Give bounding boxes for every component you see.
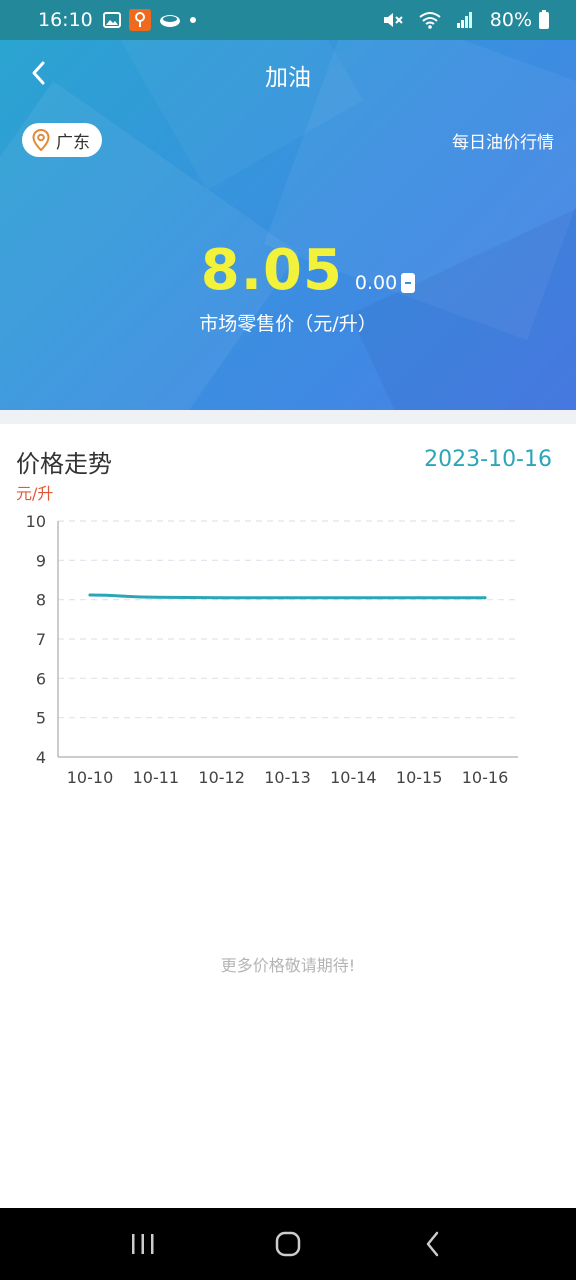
- change-indicator-icon: [401, 273, 416, 293]
- trend-date: 2023-10-16: [424, 447, 552, 472]
- price-label: 市场零售价（元/升）: [199, 313, 377, 335]
- data-point: [220, 596, 224, 600]
- y-tick-label: 10: [26, 512, 46, 531]
- price-change-value: 0.00: [354, 272, 398, 294]
- data-point: [351, 596, 355, 600]
- more-prices-note: 更多价格敬请期待!: [220, 956, 356, 975]
- price-panel: 8.05 0.00 市场零售价（元/升）: [0, 238, 576, 336]
- x-tick-label: 10-14: [330, 768, 377, 787]
- x-tick-label: 10-11: [133, 768, 180, 787]
- x-tick-label: 10-10: [67, 768, 114, 787]
- section-divider: [0, 410, 576, 424]
- location-pin-icon: [32, 129, 50, 151]
- x-tick-label: 10-12: [198, 768, 245, 787]
- signal-icon: [456, 11, 474, 29]
- wifi-icon: [418, 11, 442, 29]
- system-nav-bar: [0, 1208, 576, 1280]
- x-tick-label: 10-13: [264, 768, 311, 787]
- battery-percent: 80%: [489, 9, 532, 31]
- nav-back-button[interactable]: [403, 1219, 463, 1269]
- data-point: [286, 596, 289, 600]
- data-point: [483, 596, 487, 600]
- data-point: [88, 593, 92, 597]
- y-tick-label: 8: [36, 591, 46, 610]
- location-selector[interactable]: 广东: [22, 123, 102, 157]
- status-time: 16:10: [38, 9, 93, 31]
- status-bar: 16:10 80%: [0, 0, 576, 40]
- data-point: [417, 596, 421, 600]
- x-tick-label: 10-15: [396, 768, 443, 787]
- unit-label: 元/升: [16, 484, 54, 503]
- gallery-icon: [102, 11, 121, 29]
- price-change: 0.00: [354, 272, 416, 294]
- home-icon: [275, 1231, 301, 1257]
- mute-icon: [382, 11, 404, 29]
- y-tick-label: 4: [36, 748, 46, 767]
- data-point: [154, 595, 158, 599]
- trend-title: 价格走势: [16, 450, 112, 478]
- retail-price-value: 8.05: [200, 238, 343, 303]
- y-tick-label: 5: [36, 709, 46, 728]
- daily-price-link[interactable]: 每日油价行情: [452, 128, 554, 153]
- y-tick-label: 7: [36, 630, 46, 649]
- title-bar: 加油: [0, 40, 576, 106]
- battery-icon: [538, 10, 550, 30]
- x-tick-label: 10-16: [462, 768, 509, 787]
- location-label: 广东: [56, 132, 90, 153]
- app-notification-icon: [128, 9, 151, 31]
- y-tick-label: 6: [36, 669, 46, 688]
- y-tick-label: 9: [36, 551, 46, 570]
- back-icon: [427, 1231, 439, 1257]
- price-trend-chart: 4 5 6 7 8 9 10 10-10 10-11 10-12 10-13 10-14 10-15 10…: [26, 512, 518, 787]
- cloud-icon: [159, 11, 181, 29]
- recent-apps-button[interactable]: [113, 1219, 173, 1269]
- dot-icon: [189, 16, 197, 24]
- page-title: 加油: [265, 65, 311, 91]
- home-button[interactable]: [258, 1219, 318, 1269]
- recent-apps-icon: [131, 1234, 154, 1254]
